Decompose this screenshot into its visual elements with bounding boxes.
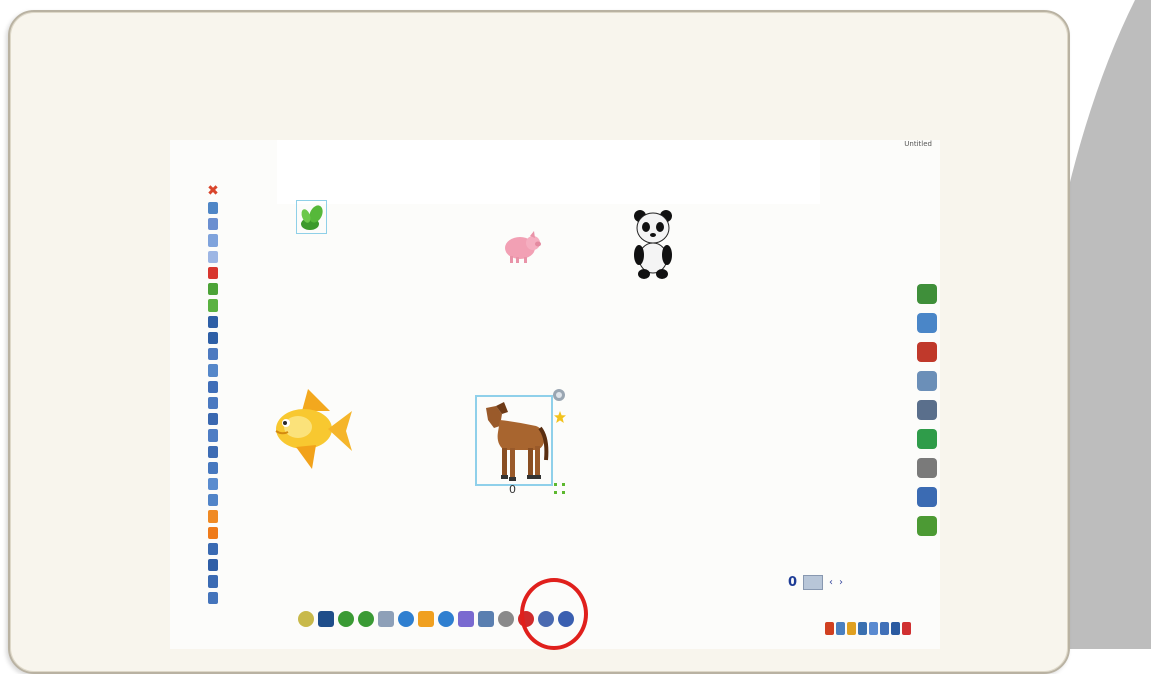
close-icon[interactable]: ✖	[206, 184, 220, 198]
tool-h-icon[interactable]	[902, 622, 911, 635]
gallery-icon[interactable]	[917, 284, 937, 304]
forward-green-icon[interactable]	[358, 611, 374, 627]
tool-d-icon[interactable]	[858, 622, 867, 635]
title-field[interactable]	[277, 140, 820, 204]
bin-icon[interactable]	[917, 516, 937, 536]
page-thumbnail[interactable]	[803, 574, 824, 590]
select-icon[interactable]	[208, 202, 218, 215]
page-indicator: 0	[788, 574, 798, 590]
align2-icon[interactable]	[208, 331, 218, 345]
light-bulb-icon[interactable]	[298, 611, 314, 627]
delete-icon[interactable]	[208, 266, 218, 280]
pen-green-icon[interactable]	[208, 283, 218, 296]
layer-icon[interactable]	[208, 348, 218, 361]
window-corner-label: Untitled	[904, 140, 932, 148]
next-page-icon[interactable]	[438, 611, 454, 627]
book-icon[interactable]	[458, 611, 474, 627]
highlighter-icon[interactable]	[478, 611, 494, 627]
rotate-icon[interactable]	[208, 461, 218, 474]
zoom-icon[interactable]	[208, 218, 218, 231]
camera-icon[interactable]	[917, 458, 937, 478]
tools-icon[interactable]	[917, 487, 937, 507]
lock-icon[interactable]	[208, 413, 218, 426]
sound-icon[interactable]	[208, 559, 218, 572]
align-icon[interactable]	[208, 315, 218, 328]
new-page-icon[interactable]	[418, 611, 434, 627]
audio-icon[interactable]	[917, 371, 937, 391]
tool-a-icon[interactable]	[825, 622, 834, 635]
link-icon[interactable]	[208, 542, 218, 556]
tool-b-icon[interactable]	[836, 622, 845, 635]
flip-icon[interactable]	[208, 445, 218, 458]
nav-next-arrow[interactable]: ›	[839, 577, 843, 588]
video-icon[interactable]	[917, 400, 937, 420]
pen-icon[interactable]	[498, 611, 514, 627]
horse-clipart-icon[interactable]	[478, 398, 550, 484]
front-icon[interactable]	[208, 477, 218, 491]
globe-icon[interactable]	[917, 429, 937, 449]
rotate-handle-icon[interactable]	[552, 388, 566, 402]
tool-f-icon[interactable]	[880, 622, 889, 635]
copy-icon[interactable]	[208, 234, 218, 247]
fish-clipart-icon[interactable]	[272, 385, 354, 473]
back-green-icon[interactable]	[338, 611, 354, 627]
pen-green2-icon[interactable]	[208, 299, 218, 312]
highlight-ring	[520, 578, 588, 650]
camera-small-icon[interactable]	[378, 611, 394, 627]
tool-c-icon[interactable]	[847, 622, 856, 635]
text-icon[interactable]	[208, 575, 218, 588]
bottom-right-tools	[825, 622, 911, 635]
plant-clipart-icon[interactable]	[298, 202, 328, 234]
pages-icon[interactable]	[917, 313, 937, 333]
prev-page-icon[interactable]	[398, 611, 414, 627]
star-icon[interactable]	[208, 510, 218, 523]
star-handle-icon[interactable]	[554, 411, 566, 423]
panda-clipart-icon[interactable]	[632, 208, 674, 280]
layer2-icon[interactable]	[208, 364, 218, 377]
selection-label: 0	[509, 483, 516, 496]
pig-clipart-icon[interactable]	[500, 228, 542, 266]
back-icon[interactable]	[208, 494, 218, 507]
tool-g-icon[interactable]	[891, 622, 900, 635]
record-icon[interactable]	[917, 342, 937, 362]
group-icon[interactable]	[208, 380, 218, 393]
resize-handle-icon[interactable]	[554, 483, 566, 495]
ungroup-icon[interactable]	[208, 396, 218, 410]
unlock-icon[interactable]	[208, 429, 218, 442]
tool-e-icon[interactable]	[869, 622, 878, 635]
screen-icon[interactable]	[318, 611, 334, 627]
whiteboard-canvas[interactable]: Untitled ✖ 0 0 ‹ ›	[170, 140, 940, 649]
page-navigator: 0 ‹ ›	[788, 574, 843, 590]
props-icon[interactable]	[208, 591, 218, 604]
paste-icon[interactable]	[208, 250, 218, 263]
orange-icon[interactable]	[208, 526, 218, 539]
nav-prev-arrow[interactable]: ‹	[829, 577, 833, 588]
right-toolbar	[916, 284, 938, 536]
left-toolbar: ✖	[206, 184, 220, 604]
